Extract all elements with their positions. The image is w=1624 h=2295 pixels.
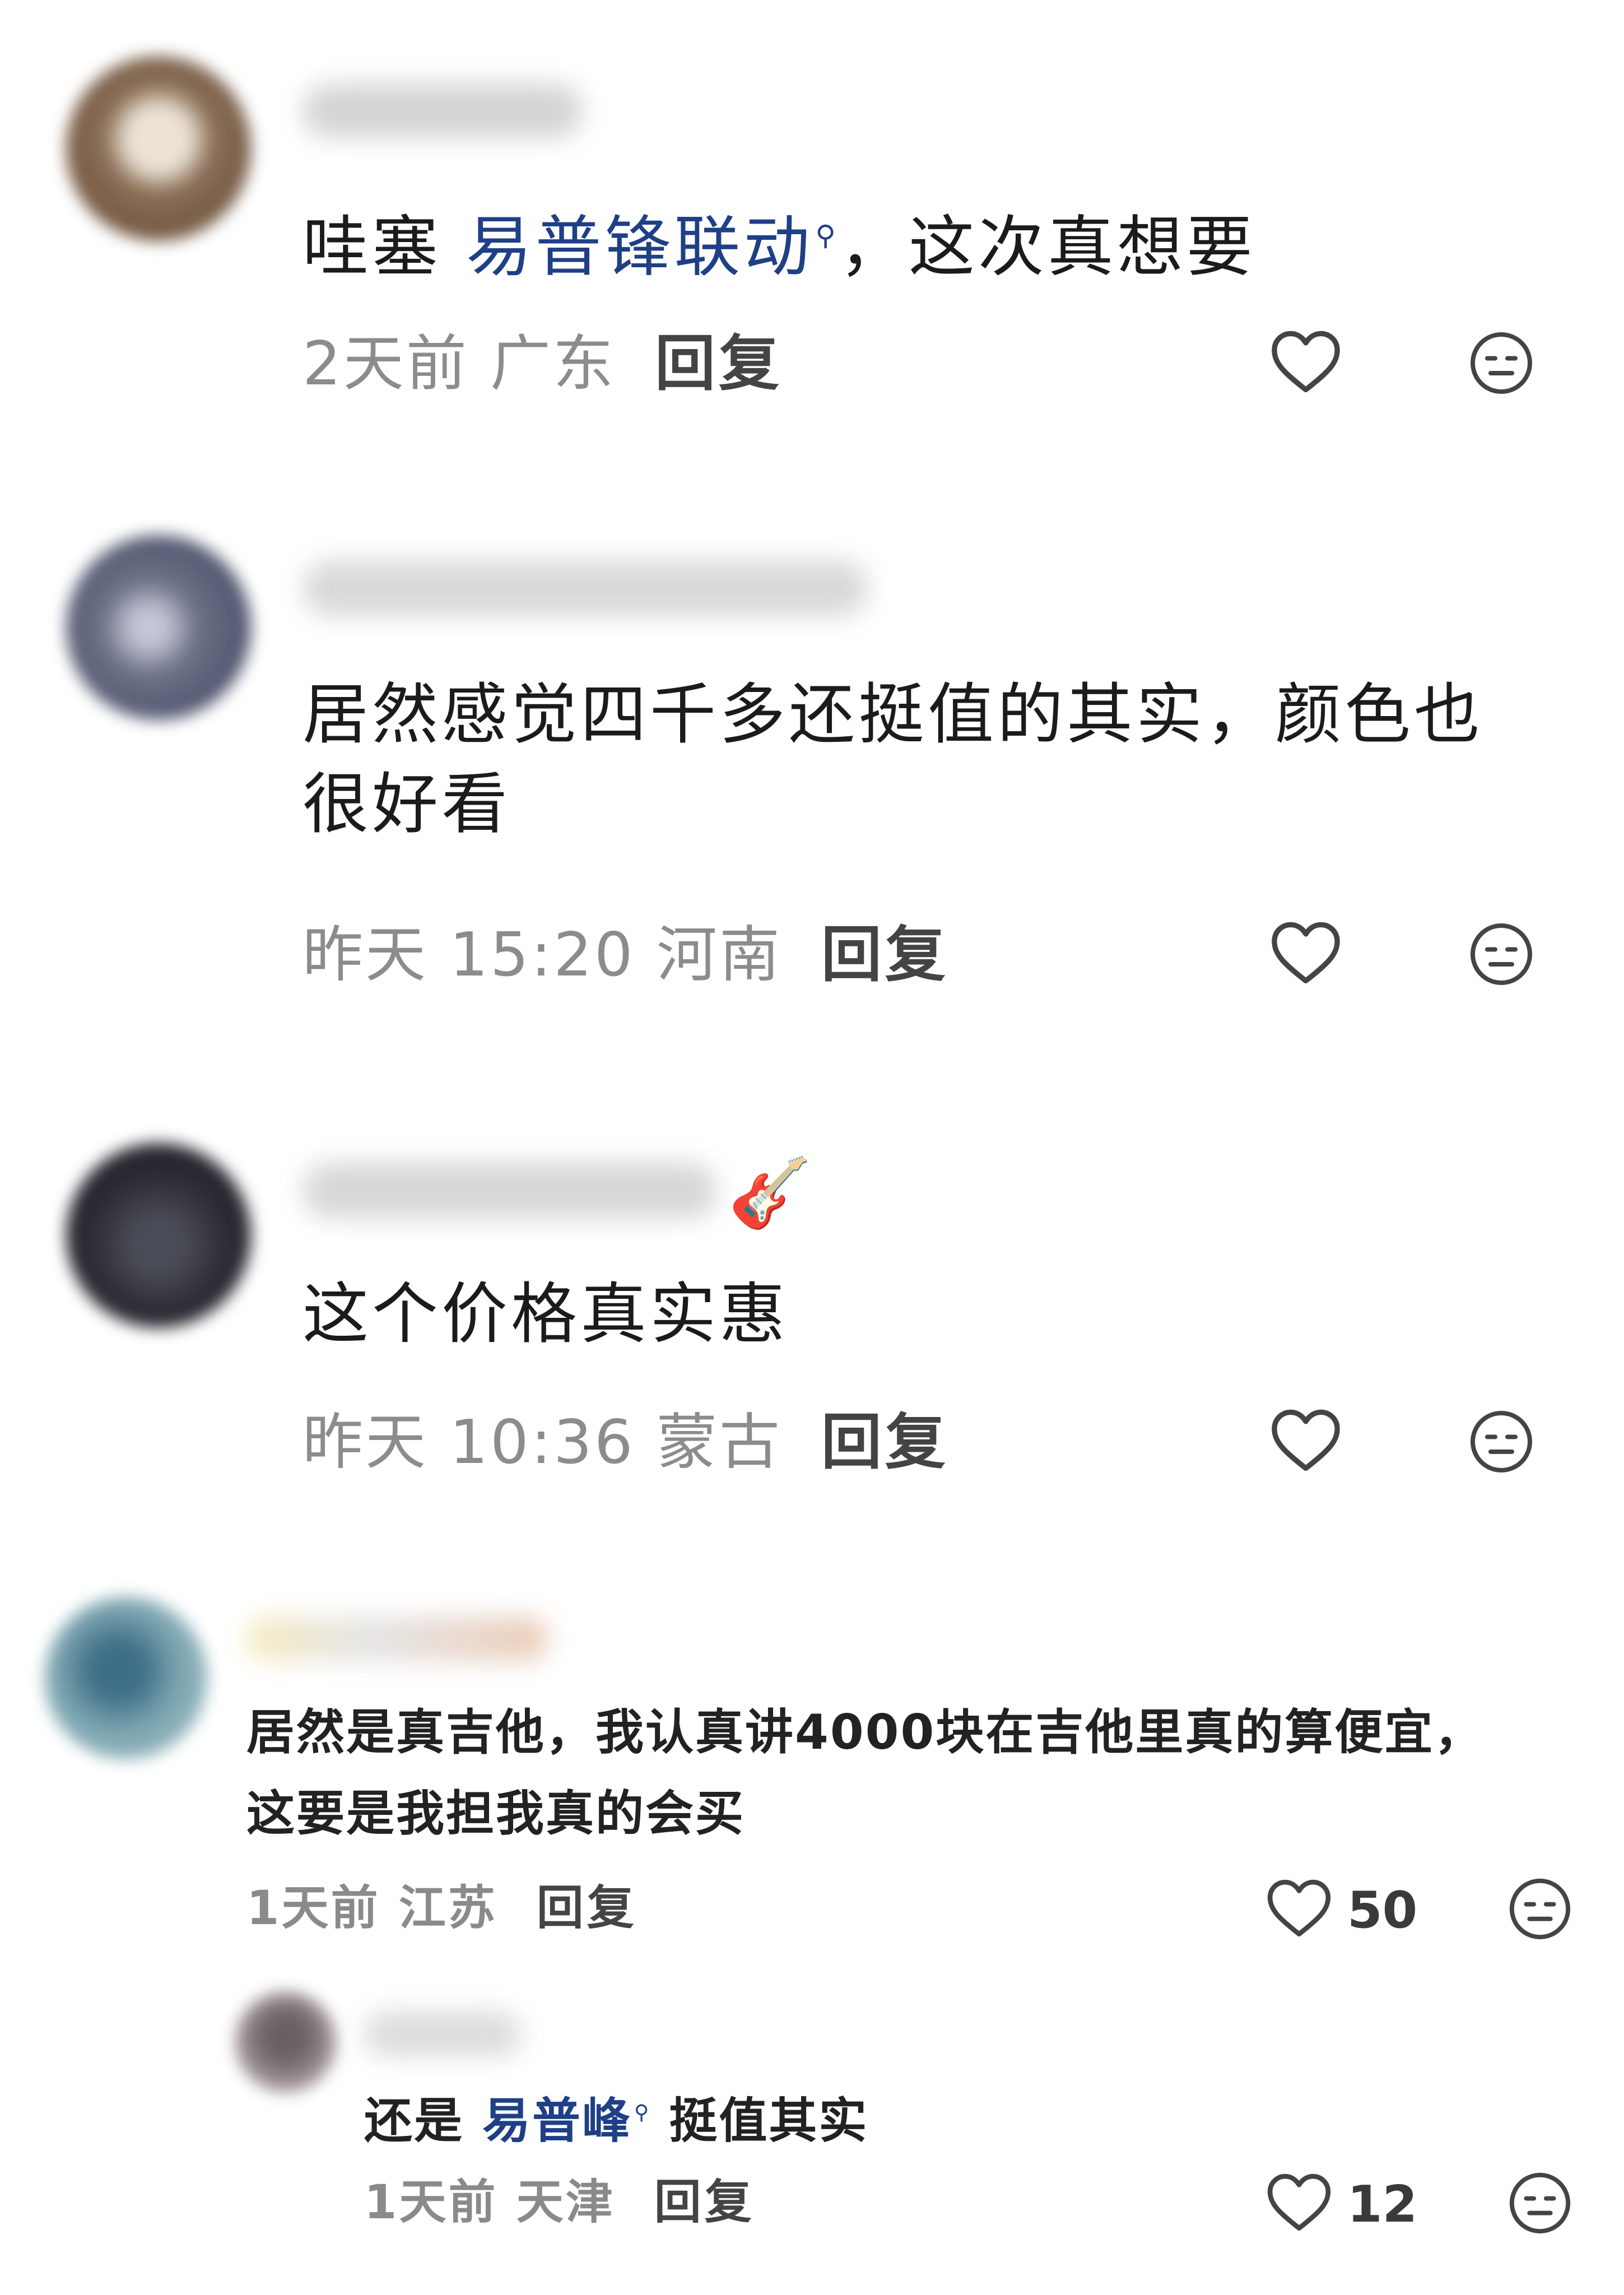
reply-button[interactable]: 回复 <box>654 2175 755 2229</box>
avatar[interactable] <box>45 1597 207 1759</box>
username-blurred[interactable] <box>303 1163 717 1219</box>
avatar[interactable] <box>66 56 251 241</box>
comment-text: 这个价格真实惠 <box>303 1275 789 1353</box>
heart-outline-icon[interactable] <box>1269 916 1343 990</box>
comment-meta: 昨天 15:20 河南 回复 <box>303 919 949 992</box>
reply-button[interactable]: 回复 <box>537 1880 637 1935</box>
comment-text-after: ，这次真想要 <box>839 208 1256 286</box>
search-icon[interactable]: ⚲ <box>634 2100 650 2124</box>
avatar[interactable] <box>235 1992 336 2093</box>
avatar[interactable] <box>66 1143 251 1328</box>
like-count: 12 <box>1347 2175 1418 2234</box>
meh-face-icon[interactable] <box>1468 329 1535 397</box>
reply-button[interactable]: 回复 <box>821 1407 949 1478</box>
heart-outline-icon[interactable] <box>1265 2168 1333 2237</box>
reply-text: 还是 易普峰 ⚲ 挺值其实 <box>364 2079 868 2155</box>
search-icon[interactable]: ⚲ <box>816 219 839 252</box>
comment-meta: 1天前 江苏 回复 <box>246 1877 637 1939</box>
time-location: 1天前 江苏 <box>246 1880 497 1935</box>
comment-text: 居然感觉四千多还挺值的其实，颜色也 很好看 <box>303 670 1483 849</box>
username-blurred[interactable] <box>364 2011 521 2056</box>
guitar-emoji: 🎸 <box>728 1154 812 1232</box>
comment-meta: 昨天 10:36 蒙古 回复 <box>303 1406 949 1479</box>
comment-text-line: 居然是真吉他，我认真讲4000块在吉他里真的算便宜， <box>246 1704 1485 1760</box>
comment-text-before: 哇塞 <box>303 208 466 286</box>
comment-text-line: 这要是我担我真的会买 <box>246 1786 745 1842</box>
comment-meta: 2天前 广东 回复 <box>303 328 783 401</box>
meh-face-icon[interactable] <box>1507 1876 1573 1942</box>
time-location: 昨天 10:36 蒙古 <box>303 1407 782 1478</box>
reply-text-before: 还是 <box>364 2093 482 2149</box>
reply-button[interactable]: 回复 <box>655 329 783 399</box>
username-blurred[interactable] <box>303 84 583 138</box>
heart-outline-icon[interactable] <box>1269 1404 1343 1478</box>
mention-link[interactable]: 易普峰 <box>482 2093 632 2149</box>
reply-meta: 1天前 天津 回复 <box>364 2171 755 2233</box>
username-blurred[interactable] <box>246 1616 549 1661</box>
reply-button[interactable]: 回复 <box>821 920 949 990</box>
heart-outline-icon[interactable] <box>1265 1874 1333 1943</box>
comment-text-line: 居然感觉四千多还挺值的其实，颜色也 <box>303 676 1484 753</box>
comment-text: 居然是真吉他，我认真讲4000块在吉他里真的算便宜， 这要是我担我真的会买 <box>246 1692 1484 1855</box>
avatar[interactable] <box>66 535 251 720</box>
time-location: 2天前 广东 <box>303 329 616 399</box>
meh-face-icon[interactable] <box>1468 1408 1535 1475</box>
meh-face-icon[interactable] <box>1507 2170 1573 2236</box>
time-location: 1天前 天津 <box>364 2175 615 2229</box>
comment-text-line: 很好看 <box>303 765 511 843</box>
comment-text: 哇塞 易普锋联动⚲，这次真想要 <box>303 193 1256 289</box>
heart-outline-icon[interactable] <box>1269 325 1343 399</box>
time-location: 昨天 15:20 河南 <box>303 920 782 990</box>
meh-face-icon[interactable] <box>1468 921 1535 988</box>
username-blurred[interactable] <box>303 560 868 616</box>
reply-text-after: 挺值其实 <box>650 2093 869 2149</box>
like-count: 50 <box>1347 1881 1418 1940</box>
mention-link[interactable]: 易普锋联动 <box>466 208 813 286</box>
